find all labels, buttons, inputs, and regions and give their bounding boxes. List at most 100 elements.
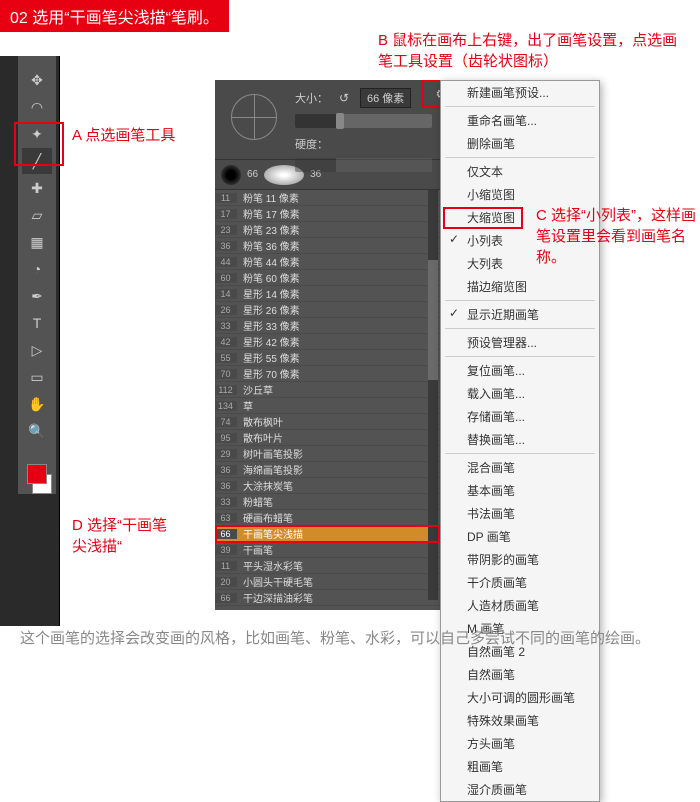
annotation-d: D 选择“干画笔 尖浅描“	[72, 515, 202, 557]
pen-tool[interactable]: ✒	[22, 283, 52, 309]
context-menu-item[interactable]: 方头画笔	[441, 732, 599, 755]
context-menu-item[interactable]: 大小可调的圆形画笔	[441, 686, 599, 709]
context-menu-item[interactable]: 带阴影的画笔	[441, 548, 599, 571]
context-menu-item[interactable]: 新建画笔预设...	[441, 81, 599, 104]
annotation-a: A 点选画笔工具	[72, 125, 175, 146]
brush-item-name: 干边深描油彩笔	[237, 590, 313, 605]
brush-thumb-size: 74	[215, 417, 237, 427]
scrollbar-thumb[interactable]	[428, 260, 438, 380]
brush-list-item[interactable]: 74散布枫叶	[215, 414, 440, 430]
context-menu-item[interactable]: 删除画笔	[441, 132, 599, 155]
brush-list-item[interactable]: 17粉笔 17 像素	[215, 206, 440, 222]
context-menu-item[interactable]: 仅文本	[441, 160, 599, 183]
brush-list-item[interactable]: 70星形 70 像素	[215, 366, 440, 382]
color-swatches[interactable]	[18, 464, 56, 494]
context-menu-item[interactable]: 描边缩览图	[441, 275, 599, 298]
brush-list-item[interactable]: 29树叶画笔投影	[215, 446, 440, 462]
brush-thumb-size: 112	[215, 385, 237, 395]
brush-list-item[interactable]: 20小圆头干硬毛笔	[215, 574, 440, 590]
type-tool[interactable]: T	[22, 310, 52, 336]
hardness-label: 硬度：	[295, 136, 328, 152]
brush-list-item[interactable]: 66干边深描油彩笔	[215, 590, 440, 606]
brush-list-item[interactable]: 36海绵画笔投影	[215, 462, 440, 478]
brush-item-name: 硬画布蜡笔	[237, 510, 293, 525]
tutorial-description: 这个画笔的选择会改变画的风格，比如画笔、粉笔、水彩，可以自己多尝试不同的画笔的绘…	[20, 628, 680, 651]
brush-list-item[interactable]: 134草	[215, 398, 440, 414]
brush-list-item[interactable]: 36大涂抹炭笔	[215, 478, 440, 494]
blur-tool[interactable]: ◔	[22, 256, 52, 282]
context-menu-item[interactable]: 湿介质画笔	[441, 778, 599, 801]
brush-thumb-size: 26	[215, 305, 237, 315]
brush-item-name: 树叶画笔投影	[237, 446, 303, 461]
brush-list-item[interactable]: 26星形 26 像素	[215, 302, 440, 318]
context-menu-item[interactable]: 干介质画笔	[441, 571, 599, 594]
context-menu-item[interactable]: 复位画笔...	[441, 359, 599, 382]
context-menu-item[interactable]: 重命名画笔...	[441, 109, 599, 132]
hand-tool[interactable]: ✋	[22, 391, 52, 417]
context-menu-item[interactable]: 书法画笔	[441, 502, 599, 525]
brush-item-name: 星形 42 像素	[237, 334, 300, 349]
shape-tool[interactable]: ▭	[22, 364, 52, 390]
context-menu-item[interactable]: 混合画笔	[441, 456, 599, 479]
move-tool[interactable]: ✥	[22, 67, 52, 93]
size-slider[interactable]	[295, 114, 432, 128]
brush-list-item[interactable]: 60粉笔 60 像素	[215, 270, 440, 286]
brush-item-name: 平头湿水彩笔	[237, 558, 303, 573]
brush-list-item[interactable]: 112沙丘草	[215, 382, 440, 398]
brush-thumb-size: 55	[215, 353, 237, 363]
brush-list-item[interactable]: 23粉笔 23 像素	[215, 222, 440, 238]
gradient-tool[interactable]: ▦	[22, 229, 52, 255]
context-menu-item[interactable]: 替换画笔...	[441, 428, 599, 451]
zoom-tool[interactable]: 🔍	[22, 418, 52, 444]
context-menu-item[interactable]: 预设管理器...	[441, 331, 599, 354]
healing-tool[interactable]: ✚	[22, 175, 52, 201]
brush-list-item[interactable]: 55星形 55 像素	[215, 350, 440, 366]
brush-item-name: 草	[237, 398, 253, 413]
foreground-swatch[interactable]	[27, 464, 47, 484]
flip-x-icon[interactable]: ↺	[336, 90, 352, 106]
brush-thumb-size: 44	[215, 257, 237, 267]
lasso-tool[interactable]: ◠	[22, 94, 52, 120]
brush-thumb-size: 23	[215, 225, 237, 235]
preview-size-1: 66	[247, 169, 258, 180]
brush-item-name: 星形 14 像素	[237, 286, 300, 301]
brush-item-name: 小圆头干硬毛笔	[237, 574, 313, 589]
brush-list-item[interactable]: 36粉笔 36 像素	[215, 238, 440, 254]
brush-list-item[interactable]: 63硬画布蜡笔	[215, 510, 440, 526]
brush-list-item[interactable]: 95散布叶片	[215, 430, 440, 446]
context-menu-item[interactable]: 显示近期画笔	[441, 303, 599, 326]
brush-list-item[interactable]: 39干画笔	[215, 542, 440, 558]
brush-item-name: 干画笔	[237, 542, 273, 557]
context-menu-item[interactable]: 粗画笔	[441, 755, 599, 778]
context-menu-item[interactable]: 小缩览图	[441, 183, 599, 206]
brush-list-item[interactable]: 42星形 42 像素	[215, 334, 440, 350]
brush-list-item[interactable]: 11粉笔 11 像素	[215, 190, 440, 206]
context-menu-item[interactable]: 特殊效果画笔	[441, 709, 599, 732]
context-menu-item[interactable]: 载入画笔...	[441, 382, 599, 405]
context-menu-item[interactable]: DP 画笔	[441, 525, 599, 548]
brush-thumb-size: 95	[215, 433, 237, 443]
brush-list-item[interactable]: 14星形 14 像素	[215, 286, 440, 302]
brush-list-item[interactable]: 44粉笔 44 像素	[215, 254, 440, 270]
brush-item-name: 星形 70 像素	[237, 366, 300, 381]
brush-preview-1[interactable]	[221, 165, 241, 185]
brush-item-name: 粉笔 36 像素	[237, 238, 300, 253]
hardness-slider[interactable]	[295, 158, 432, 172]
brush-angle-control[interactable]	[231, 94, 277, 140]
highlight-box-a	[14, 122, 64, 166]
brush-list-item[interactable]: 33粉蜡笔	[215, 494, 440, 510]
brush-item-name: 大涂抹炭笔	[237, 478, 293, 493]
size-value[interactable]: 66 像素	[360, 88, 411, 108]
path-tool[interactable]: ▷	[22, 337, 52, 363]
context-menu-item[interactable]: 人造材质画笔	[441, 594, 599, 617]
brush-list-item[interactable]: 33星形 33 像素	[215, 318, 440, 334]
context-menu-item[interactable]: 存储画笔...	[441, 405, 599, 428]
context-menu-item[interactable]: 自然画笔	[441, 663, 599, 686]
brush-item-name: 粉笔 44 像素	[237, 254, 300, 269]
brush-list[interactable]: 11粉笔 11 像素17粉笔 17 像素23粉笔 23 像素36粉笔 36 像素…	[215, 190, 440, 610]
brush-item-name: 粉笔 17 像素	[237, 206, 300, 221]
context-menu-item[interactable]: 基本画笔	[441, 479, 599, 502]
brush-list-item[interactable]: 11平头湿水彩笔	[215, 558, 440, 574]
eraser-tool[interactable]: ▱	[22, 202, 52, 228]
brush-thumb-size: 66	[215, 593, 237, 603]
